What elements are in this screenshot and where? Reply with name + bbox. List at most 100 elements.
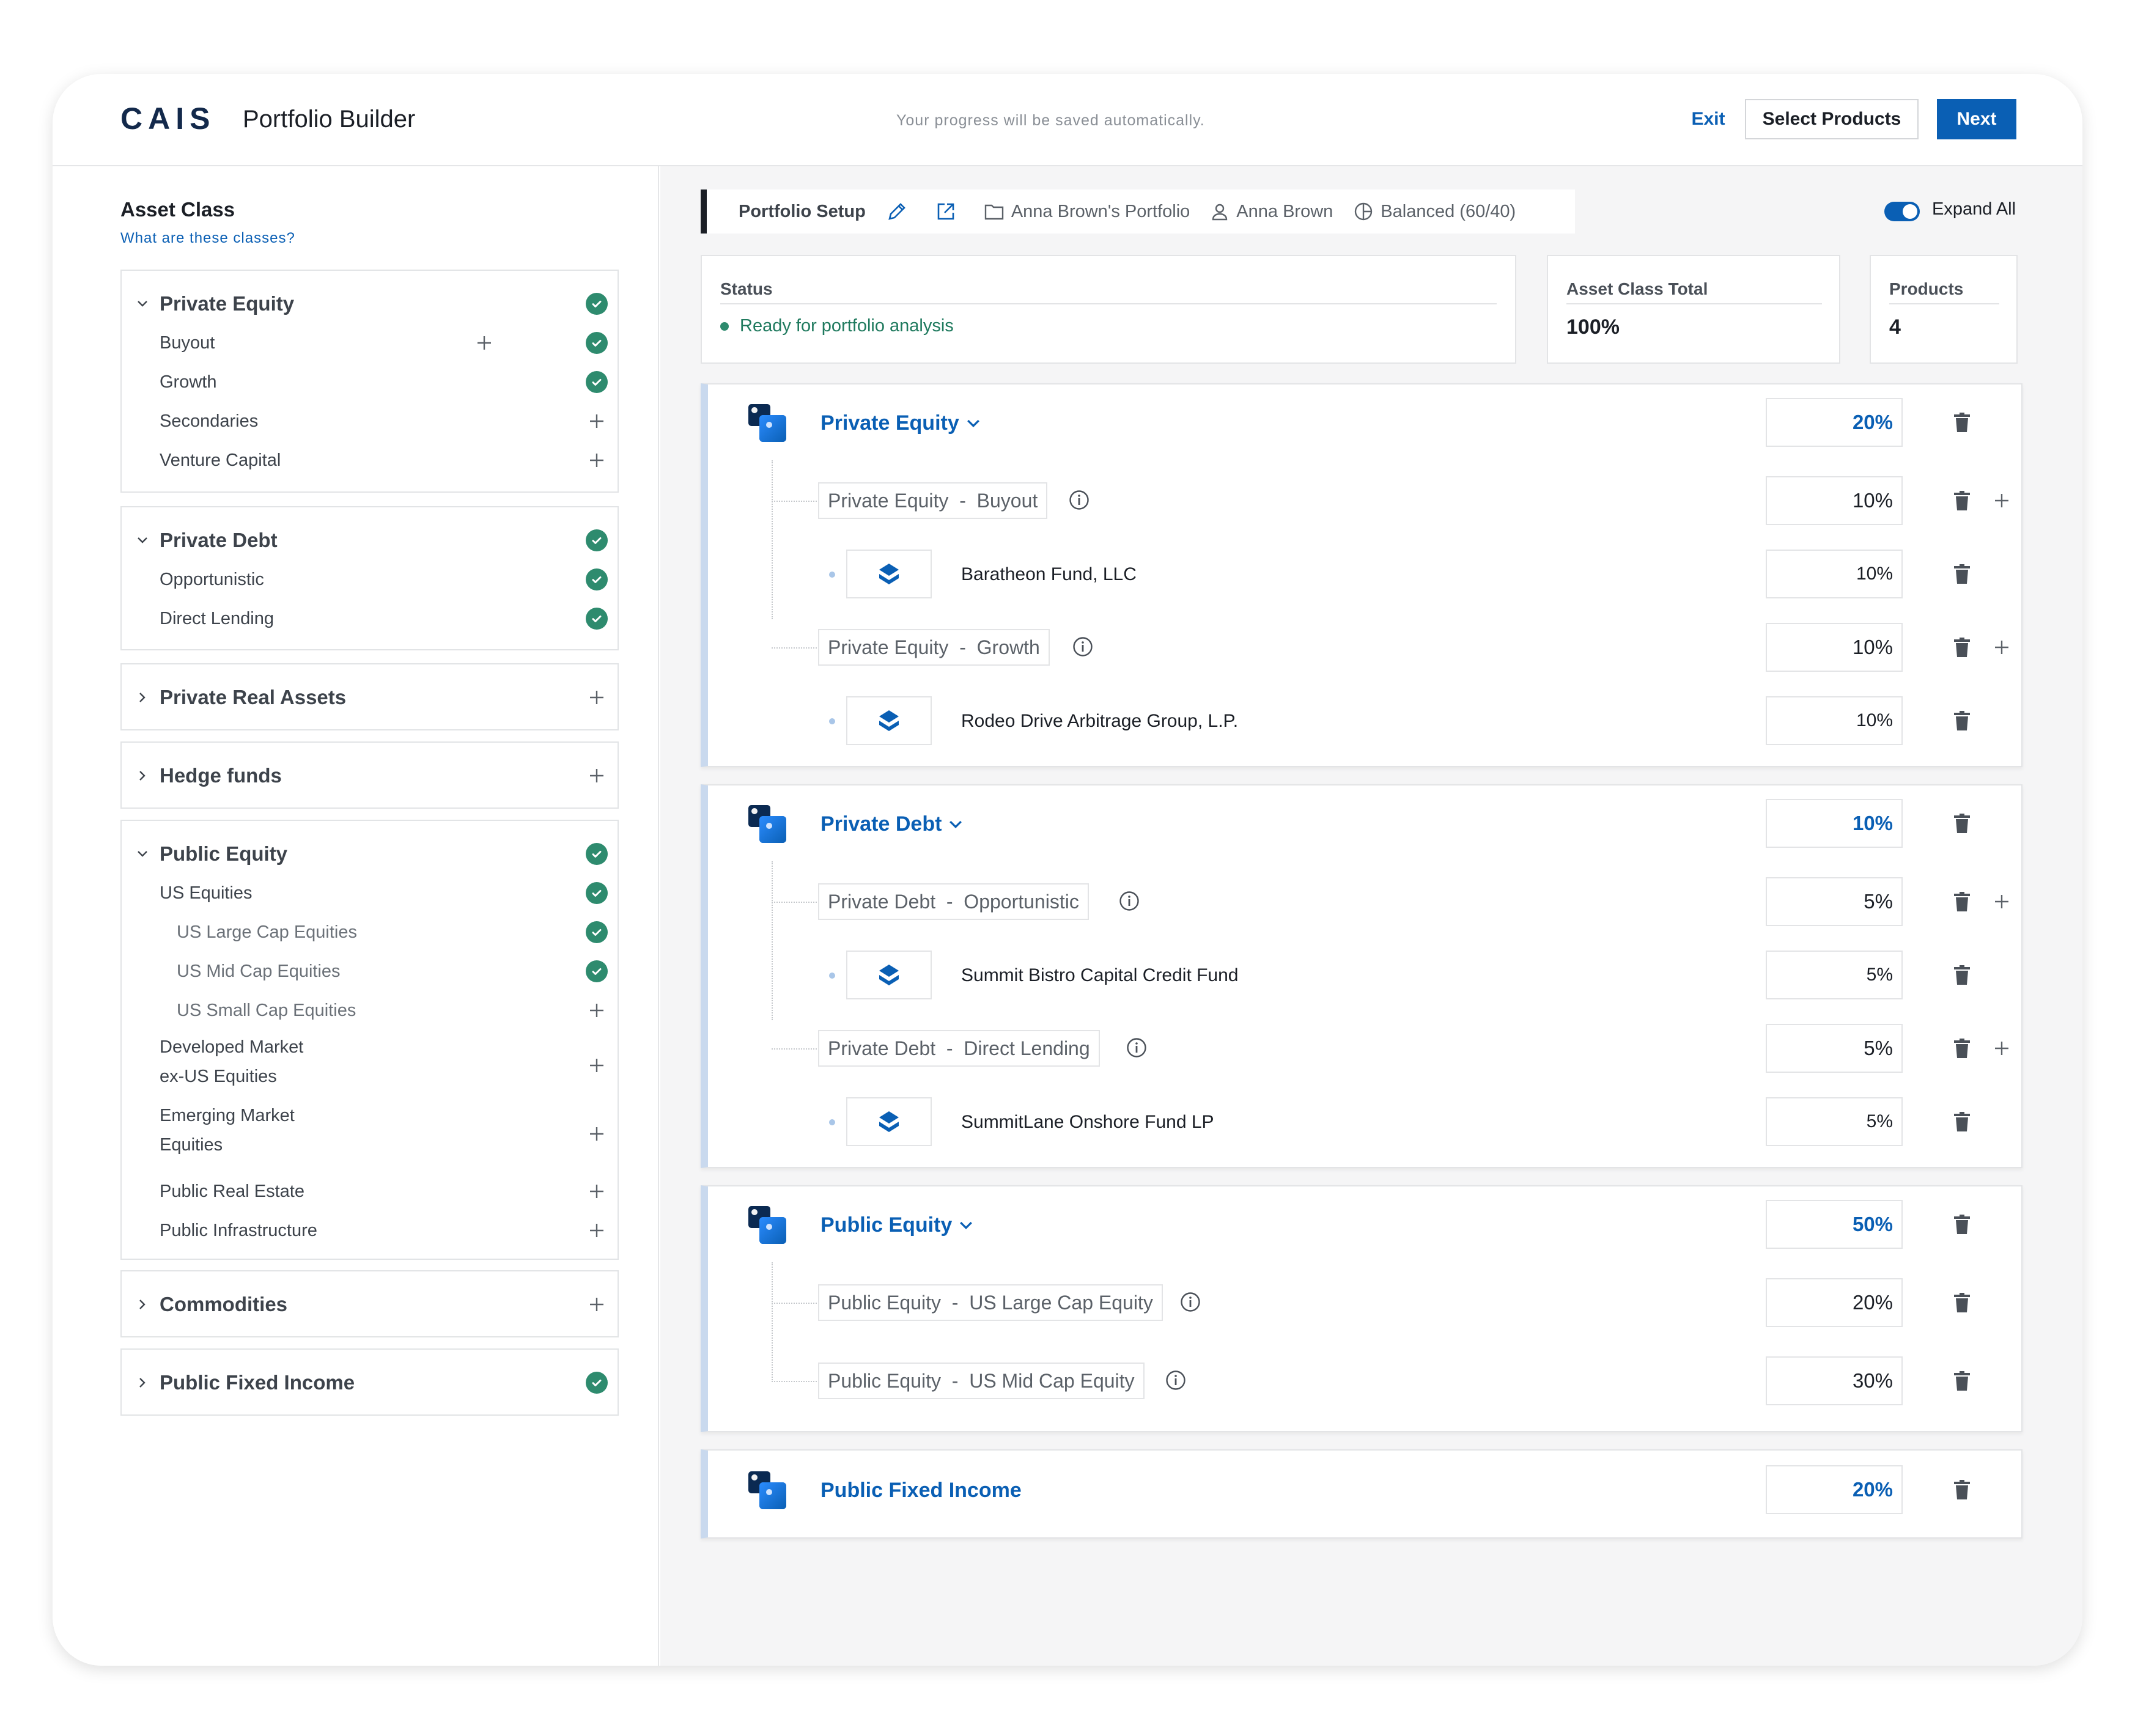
- allocation-input[interactable]: 10%: [1766, 476, 1903, 525]
- sidebar-item-venture-capital[interactable]: Venture Capital: [122, 442, 618, 479]
- risk-profile[interactable]: Balanced (60/40): [1354, 202, 1516, 222]
- sidebar-item-us-small-cap[interactable]: US Small Cap Equities: [122, 992, 618, 1029]
- plus-icon[interactable]: [586, 1054, 608, 1076]
- trash-icon[interactable]: [1954, 965, 1970, 985]
- plus-icon[interactable]: [586, 1180, 608, 1202]
- check-circle-icon[interactable]: [586, 293, 608, 315]
- fund-name[interactable]: Summit Bistro Capital Credit Fund: [961, 965, 1239, 986]
- allocation-input[interactable]: 10%: [1766, 623, 1903, 672]
- plus-icon[interactable]: [1993, 1040, 2010, 1057]
- sidebar-item-public-infrastructure[interactable]: Public Infrastructure: [122, 1212, 618, 1249]
- sidebar-item-us-mid-cap[interactable]: US Mid Cap Equities: [122, 953, 618, 990]
- plus-icon[interactable]: [586, 1219, 608, 1241]
- check-circle-icon[interactable]: [586, 371, 608, 393]
- fund-allocation-input[interactable]: 5%: [1766, 1097, 1903, 1146]
- sidebar-item-opportunistic[interactable]: Opportunistic: [122, 561, 618, 598]
- sidebar-item-us-large-cap[interactable]: US Large Cap Equities: [122, 914, 618, 951]
- asset-class-help-link[interactable]: What are these classes?: [120, 230, 295, 247]
- allocation-input[interactable]: 5%: [1766, 877, 1903, 926]
- trash-icon[interactable]: [1954, 814, 1970, 833]
- check-circle-icon[interactable]: [586, 882, 608, 904]
- chevron-down-icon[interactable]: [957, 1216, 975, 1235]
- plus-icon[interactable]: [586, 410, 608, 432]
- select-products-button[interactable]: Select Products: [1745, 99, 1919, 139]
- chevron-down-icon[interactable]: [135, 533, 150, 548]
- chevron-right-icon[interactable]: [135, 768, 150, 783]
- fund-name[interactable]: Rodeo Drive Arbitrage Group, L.P.: [961, 711, 1238, 732]
- trash-icon[interactable]: [1954, 711, 1970, 730]
- allocation-input[interactable]: 30%: [1766, 1356, 1903, 1405]
- chevron-down-icon[interactable]: [135, 296, 150, 311]
- info-icon[interactable]: [1180, 1292, 1201, 1312]
- allocation-input[interactable]: 10%: [1766, 799, 1903, 848]
- chevron-down-icon[interactable]: [964, 414, 983, 433]
- trash-icon[interactable]: [1954, 1293, 1970, 1312]
- asset-class-title[interactable]: Public Equity: [820, 1213, 975, 1237]
- allocation-input[interactable]: 50%: [1766, 1200, 1903, 1249]
- asset-group-header[interactable]: Private Real Assets: [122, 679, 618, 716]
- check-circle-icon[interactable]: [586, 608, 608, 630]
- trash-icon[interactable]: [1954, 638, 1970, 657]
- sidebar-item-buyout[interactable]: Buyout: [122, 325, 618, 361]
- allocation-input[interactable]: 20%: [1766, 398, 1903, 447]
- sidebar-item-public-real-estate[interactable]: Public Real Estate: [122, 1173, 618, 1210]
- sidebar-item-emerging-market[interactable]: Emerging Market Equities: [122, 1097, 618, 1171]
- chevron-down-icon[interactable]: [135, 847, 150, 861]
- allocation-input[interactable]: 5%: [1766, 1024, 1903, 1073]
- next-button[interactable]: Next: [1937, 99, 2016, 139]
- asset-class-title[interactable]: Private Debt: [820, 812, 965, 836]
- asset-class-title[interactable]: Public Fixed Income: [820, 1479, 1022, 1502]
- client-name[interactable]: Anna Brown: [1211, 202, 1333, 222]
- check-circle-icon[interactable]: [586, 1372, 608, 1394]
- portfolio-name[interactable]: Anna Brown's Portfolio: [984, 202, 1190, 222]
- chevron-right-icon[interactable]: [135, 1375, 150, 1390]
- pencil-icon[interactable]: [887, 201, 915, 222]
- sidebar-item-us-equities[interactable]: US Equities: [122, 875, 618, 911]
- plus-icon[interactable]: [1993, 492, 2010, 509]
- trash-icon[interactable]: [1954, 1371, 1970, 1391]
- trash-icon[interactable]: [1954, 892, 1970, 911]
- sidebar-item-growth[interactable]: Growth: [122, 364, 618, 400]
- external-link-icon[interactable]: [935, 201, 964, 222]
- plus-icon[interactable]: [586, 1293, 608, 1315]
- check-circle-icon[interactable]: [586, 332, 608, 354]
- allocation-input[interactable]: 20%: [1766, 1278, 1903, 1327]
- chevron-right-icon[interactable]: [135, 1297, 150, 1312]
- trash-icon[interactable]: [1954, 1039, 1970, 1058]
- asset-class-title[interactable]: Private Equity: [820, 411, 983, 435]
- info-icon[interactable]: [1072, 636, 1093, 657]
- check-circle-icon[interactable]: [586, 843, 608, 865]
- cais-logo[interactable]: CAIS: [120, 101, 215, 136]
- trash-icon[interactable]: [1954, 1112, 1970, 1131]
- trash-icon[interactable]: [1954, 564, 1970, 584]
- trash-icon[interactable]: [1954, 491, 1970, 510]
- fund-allocation-input[interactable]: 10%: [1766, 696, 1903, 745]
- sidebar-item-developed-market[interactable]: Developed Market ex-US Equities: [122, 1029, 618, 1102]
- plus-icon[interactable]: [1993, 639, 2010, 656]
- info-icon[interactable]: [1165, 1370, 1186, 1391]
- plus-icon[interactable]: [473, 332, 495, 354]
- chevron-down-icon[interactable]: [946, 815, 965, 834]
- plus-icon[interactable]: [586, 1123, 608, 1145]
- asset-group-header[interactable]: Public Fixed Income: [122, 1364, 618, 1401]
- info-icon[interactable]: [1069, 490, 1090, 510]
- check-circle-icon[interactable]: [586, 529, 608, 551]
- plus-icon[interactable]: [586, 449, 608, 471]
- asset-group-header[interactable]: Private Equity: [122, 285, 618, 322]
- exit-button[interactable]: Exit: [1684, 99, 1733, 139]
- chevron-right-icon[interactable]: [135, 690, 150, 705]
- info-icon[interactable]: [1119, 891, 1140, 911]
- trash-icon[interactable]: [1954, 1480, 1970, 1499]
- asset-group-header[interactable]: Hedge funds: [122, 757, 618, 794]
- fund-name[interactable]: SummitLane Onshore Fund LP: [961, 1112, 1214, 1133]
- fund-allocation-input[interactable]: 5%: [1766, 951, 1903, 999]
- check-circle-icon[interactable]: [586, 960, 608, 982]
- trash-icon[interactable]: [1954, 413, 1970, 432]
- plus-icon[interactable]: [586, 999, 608, 1021]
- sidebar-item-secondaries[interactable]: Secondaries: [122, 403, 618, 440]
- asset-group-header[interactable]: Private Debt: [122, 522, 618, 559]
- plus-icon[interactable]: [1993, 893, 2010, 910]
- fund-name[interactable]: Baratheon Fund, LLC: [961, 564, 1137, 585]
- allocation-input[interactable]: 20%: [1766, 1465, 1903, 1514]
- check-circle-icon[interactable]: [586, 921, 608, 943]
